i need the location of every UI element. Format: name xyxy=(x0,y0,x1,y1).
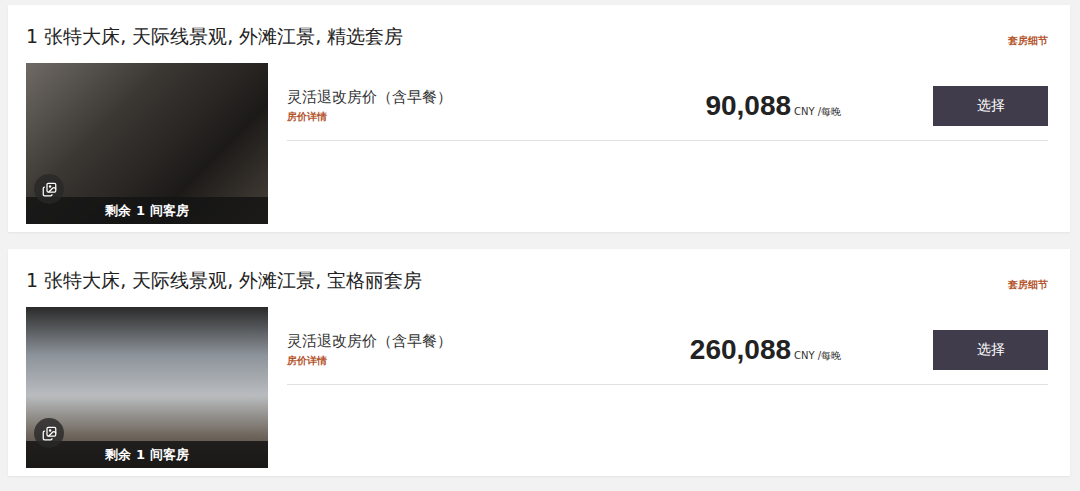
room-header: 1 张特大床, 天际线景观, 外滩江景, 精选套房 套房细节 xyxy=(26,22,1048,50)
price-currency: CNY xyxy=(794,350,815,361)
price-currency: CNY xyxy=(794,106,815,117)
rate-list: 灵活退改房价（含早餐） 房价详情260,088CNY/每晚 选择 xyxy=(287,307,1048,468)
price: 260,088CNY/每晚 xyxy=(690,334,841,366)
room-card: 1 张特大床, 天际线景观, 外滩江景, 精选套房 套房细节剩余 1 间客房 灵活退… xyxy=(8,5,1070,232)
room-list: 1 张特大床, 天际线景观, 外滩江景, 精选套房套房细节剩余 1 间客房灵活退… xyxy=(0,0,1080,491)
gallery-icon[interactable] xyxy=(34,418,64,448)
price-amount: 260,088 xyxy=(690,334,791,366)
room-details-link[interactable]: 套房细节 xyxy=(1008,278,1048,292)
rate-details-link[interactable]: 房价详情 xyxy=(287,110,705,124)
price-unit: /每晚 xyxy=(818,105,841,119)
rate-row: 灵活退改房价（含早餐） 房价详情90,088CNY/每晚 选择 xyxy=(287,86,1048,141)
room-photo[interactable]: 剩余 1 间客房 xyxy=(26,307,268,468)
room-header: 1 张特大床, 天际线景观, 外滩江景, 宝格丽套房 套房细节 xyxy=(26,266,1048,294)
rate-name: 灵活退改房价（含早餐） xyxy=(287,332,690,351)
remaining-rooms: 剩余 1 间客房 xyxy=(26,441,268,468)
price-unit: /每晚 xyxy=(818,349,841,363)
room-card: 1 张特大床, 天际线景观, 外滩江景, 宝格丽套房 套房细节剩余 1 间客房 灵活… xyxy=(8,249,1070,476)
rate-name: 灵活退改房价（含早餐） xyxy=(287,88,705,107)
select-button[interactable]: 选择 xyxy=(933,86,1048,126)
rate-row: 灵活退改房价（含早餐） 房价详情260,088CNY/每晚 选择 xyxy=(287,330,1048,385)
price: 90,088CNY/每晚 xyxy=(705,90,841,122)
room-title: 1 张特大床, 天际线景观, 外滩江景, 精选套房 xyxy=(26,22,403,50)
room-body: 剩余 1 间客房 灵活退改房价（含早餐） 房价详情90,088CNY/每晚 选择 xyxy=(26,63,1048,224)
rate-info: 灵活退改房价（含早餐） 房价详情 xyxy=(287,88,705,124)
rate-details-link[interactable]: 房价详情 xyxy=(287,354,690,368)
room-title: 1 张特大床, 天际线景观, 外滩江景, 宝格丽套房 xyxy=(26,266,422,294)
rate-info: 灵活退改房价（含早餐） 房价详情 xyxy=(287,332,690,368)
select-button[interactable]: 选择 xyxy=(933,330,1048,370)
remaining-rooms: 剩余 1 间客房 xyxy=(26,197,268,224)
rate-list: 灵活退改房价（含早餐） 房价详情90,088CNY/每晚 选择 xyxy=(287,63,1048,224)
room-body: 剩余 1 间客房 灵活退改房价（含早餐） 房价详情260,088CNY/每晚 选择 xyxy=(26,307,1048,468)
gallery-icon[interactable] xyxy=(34,174,64,204)
room-photo[interactable]: 剩余 1 间客房 xyxy=(26,63,268,224)
price-amount: 90,088 xyxy=(705,90,791,122)
room-details-link[interactable]: 套房细节 xyxy=(1008,34,1048,48)
